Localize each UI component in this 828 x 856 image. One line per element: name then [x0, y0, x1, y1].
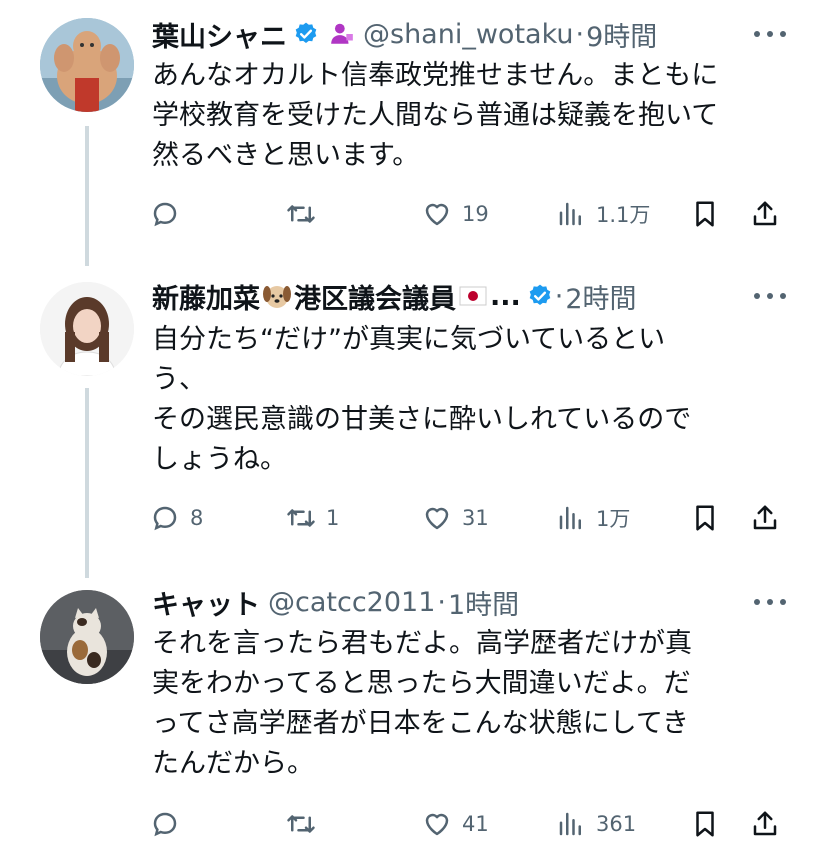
retweet-count: 1	[326, 506, 340, 530]
avatar[interactable]	[40, 18, 134, 112]
views-count: 1万	[596, 507, 631, 531]
like-icon	[425, 203, 449, 226]
views-icon	[559, 506, 581, 530]
verified-badge-icon	[295, 22, 317, 43]
timestamp[interactable]: 9時間	[586, 15, 657, 54]
like-button[interactable]: 41	[422, 804, 489, 844]
share-button[interactable]	[750, 804, 780, 844]
author-name[interactable]: 新藤加菜	[152, 277, 260, 316]
views-count: 1.1万	[596, 203, 651, 227]
affiliate-badge-icon	[331, 23, 353, 44]
avatar-image	[40, 18, 134, 112]
avatar-image	[40, 590, 134, 684]
tweet-text: それを言ったら君もだよ。高学歴者だけが真 実をわかってると思ったら大間違いだよ。…	[152, 628, 692, 779]
name-ellipsis: ...	[490, 280, 521, 312]
retweet-button[interactable]: 1	[286, 498, 339, 538]
avatar-image	[40, 282, 134, 376]
like-button[interactable]: 31	[422, 498, 489, 538]
bookmark-button[interactable]	[690, 498, 720, 538]
more-icon[interactable]	[752, 596, 788, 608]
author-handle[interactable]: @catcc2011	[268, 587, 435, 618]
separator-dot: ·	[554, 280, 564, 312]
share-icon	[753, 505, 777, 530]
author-name[interactable]: 葉山シャニ	[152, 15, 287, 54]
bookmark-button[interactable]	[690, 194, 720, 234]
japan-flag-icon	[459, 286, 487, 306]
bookmark-icon	[696, 505, 714, 531]
like-count: 19	[462, 202, 489, 226]
dog-emoji-icon	[263, 286, 291, 308]
tweet-text: あんなオカルト信奉政党推せません。まともに 学校教育を受けた人間なら普通は疑義を…	[152, 60, 719, 171]
share-button[interactable]	[750, 194, 780, 234]
more-icon[interactable]	[752, 28, 788, 40]
timestamp[interactable]: 1時間	[448, 583, 519, 622]
share-icon	[753, 201, 777, 226]
share-icon	[753, 811, 777, 836]
more-icon[interactable]	[752, 290, 788, 302]
bookmark-icon	[696, 811, 714, 837]
views-button[interactable]: 361	[556, 804, 636, 844]
separator-dot: ·	[575, 18, 585, 50]
bookmark-icon	[696, 201, 714, 227]
like-icon	[425, 813, 449, 836]
avatar[interactable]	[40, 282, 134, 376]
tweet[interactable]: 新藤加菜 港区議会議員 ... · 2時間 自分たち“だけ”が真実に気づいている…	[0, 264, 828, 564]
action-bar: 8 1 31 1万	[150, 498, 790, 538]
views-icon	[559, 202, 581, 226]
share-button[interactable]	[750, 498, 780, 538]
views-count: 361	[596, 812, 637, 836]
tweet-header: 葉山シャニ @shani_wotaku · 9時間	[152, 14, 657, 54]
views-button[interactable]: 1万	[556, 498, 630, 538]
views-icon	[559, 812, 581, 836]
reply-button[interactable]	[150, 804, 190, 844]
like-count: 31	[462, 506, 489, 530]
reply-icon	[153, 812, 177, 837]
views-button[interactable]: 1.1万	[556, 194, 650, 234]
action-bar: 41 361	[150, 804, 790, 844]
tweet-text: 自分たち“だけ”が真実に気づいているとい う、 その選民意識の甘美さに酔いしれて…	[152, 324, 692, 475]
reply-button[interactable]: 8	[150, 498, 203, 538]
author-handle[interactable]: @shani_wotaku	[363, 19, 574, 50]
retweet-button[interactable]	[286, 804, 326, 844]
author-name-suffix[interactable]: 港区議会議員	[294, 277, 456, 316]
reply-count: 8	[190, 506, 204, 530]
retweet-button[interactable]	[286, 194, 326, 234]
tweet[interactable]: 葉山シャニ @shani_wotaku · 9時間 あんなオカルト信奉政党推せま…	[0, 0, 828, 260]
retweet-icon	[287, 815, 315, 833]
timestamp[interactable]: 2時間	[565, 277, 636, 316]
avatar[interactable]	[40, 590, 134, 684]
separator-dot: ·	[437, 586, 446, 618]
tweet[interactable]: キャット @catcc2011 · 1時間 それを言ったら君もだよ。高学歴者だけ…	[0, 572, 828, 856]
bookmark-button[interactable]	[690, 804, 720, 844]
reply-icon	[153, 506, 177, 531]
reply-icon	[153, 202, 177, 227]
retweet-icon	[287, 205, 315, 223]
like-button[interactable]: 19	[422, 194, 489, 234]
tweet-header: 新藤加菜 港区議会議員 ... · 2時間	[152, 276, 637, 316]
tweet-header: キャット @catcc2011 · 1時間	[152, 582, 519, 622]
reply-button[interactable]	[150, 194, 190, 234]
verified-badge-icon	[529, 284, 551, 305]
like-icon	[425, 507, 449, 530]
action-bar: 19 1.1万	[150, 194, 790, 234]
like-count: 41	[462, 812, 489, 836]
author-name[interactable]: キャット	[152, 583, 260, 622]
retweet-icon	[287, 509, 315, 527]
